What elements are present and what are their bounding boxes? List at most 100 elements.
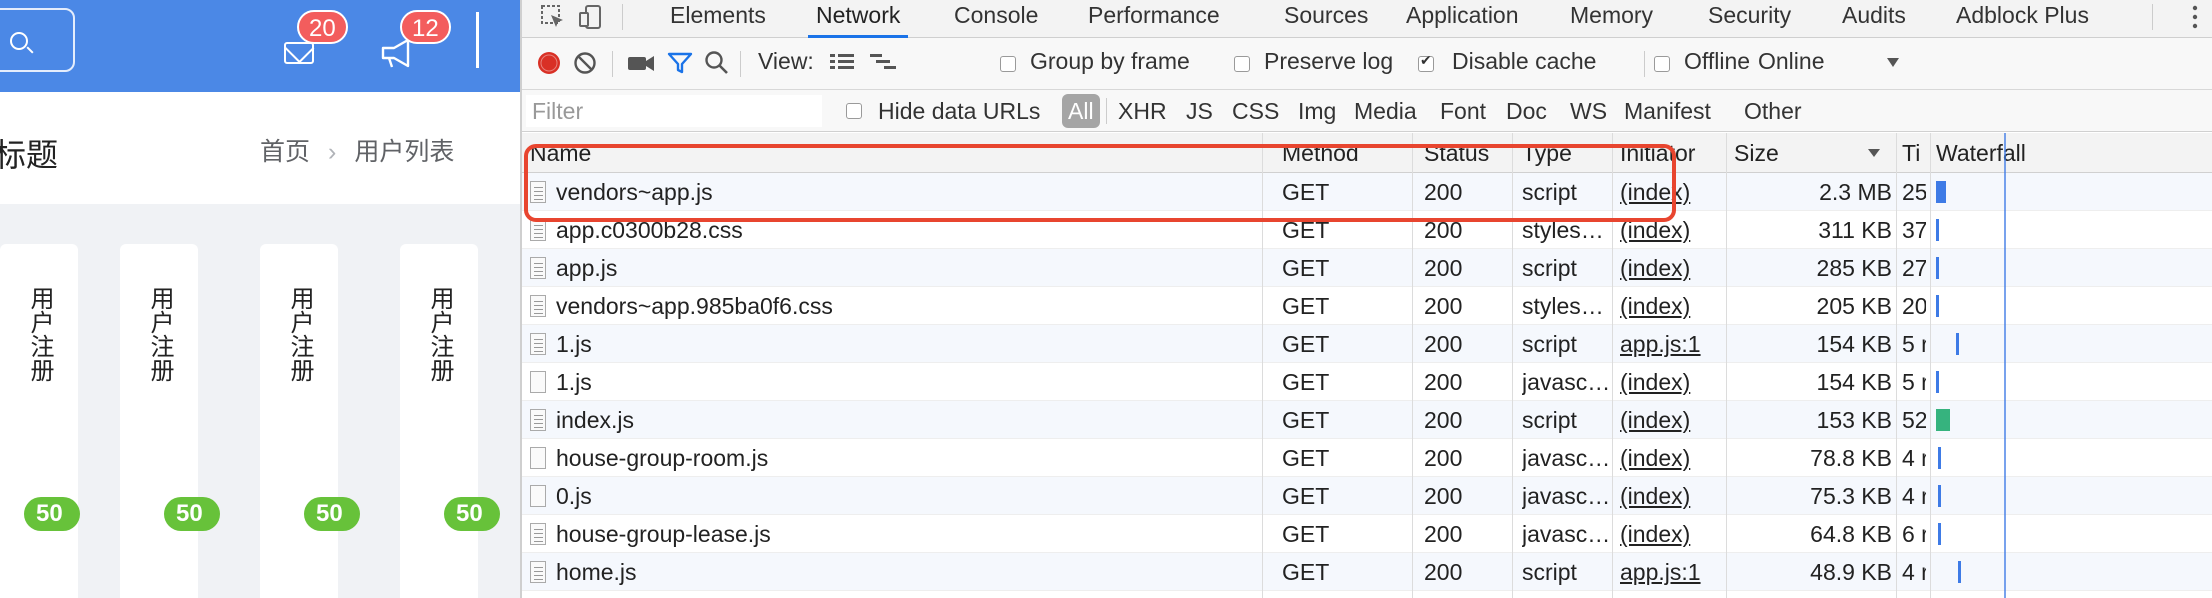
tab-elements[interactable]: Elements [670,0,766,38]
request-row[interactable]: home.js GET 200 script app.js:1 48.9 KB 4 r [522,553,2212,591]
request-initiator[interactable]: (index) [1620,363,1730,401]
filter-type-xhr[interactable]: XHR [1118,94,1167,128]
request-row[interactable]: index.js GET 200 script (index) 153 KB 52 [522,401,2212,439]
request-initiator[interactable]: (index) [1620,211,1730,249]
request-initiator[interactable]: (index) [1620,477,1730,515]
request-row[interactable]: vendors~app.js GET 200 script (index) 2.3 MB 2… [522,173,2212,211]
search-input[interactable] [0,8,75,72]
group-by-frame-checkbox[interactable] [1000,56,1016,72]
filter-icon[interactable] [666,50,694,76]
request-initiator[interactable]: (index) [1620,439,1730,477]
waterfall-bar [1938,523,1941,545]
filter-type-js[interactable]: JS [1186,94,1213,128]
tab-performance[interactable]: Performance [1088,0,1220,38]
offline-label: Offline [1684,48,1751,74]
large-rows-icon[interactable] [828,50,856,74]
tab-console[interactable]: Console [954,0,1038,38]
filter-type-ws[interactable]: WS [1570,94,1607,128]
screenshot-camera-icon[interactable] [626,50,656,76]
preserve-log-checkbox[interactable] [1234,56,1250,72]
request-row[interactable]: 1.js GET 200 javasc… (index) 154 KB 5 r [522,363,2212,401]
column-initiator[interactable]: Initiator [1620,133,1730,173]
column-type[interactable]: Type [1522,133,1620,173]
column-waterfall[interactable]: Waterfall [1936,133,2056,173]
more-options-icon[interactable] [2192,4,2198,30]
stat-card[interactable]: 用户注册 50 [400,244,500,598]
filter-type-css[interactable]: CSS [1232,94,1279,128]
request-size: 311 KB [1818,217,1892,243]
request-initiator[interactable]: app.js:1 [1620,553,1730,591]
request-row[interactable]: 1.js GET 200 script app.js:1 154 KB 5 r [522,325,2212,363]
stat-card[interactable]: 用户注册 50 [0,244,80,598]
column-method[interactable]: Method [1282,133,1422,173]
offline-checkbox[interactable] [1654,56,1670,72]
request-name: vendors~app.js [530,173,1110,211]
request-row[interactable]: app.js GET 200 script (index) 285 KB 27 [522,249,2212,287]
tab-audits[interactable]: Audits [1842,0,1906,38]
request-name: house-group-lease.js [530,515,1110,553]
request-time: 20 [1902,293,1926,319]
request-initiator[interactable]: (index) [1620,287,1730,325]
chevron-down-icon[interactable] [1886,56,1900,68]
request-row[interactable]: 0.js GET 200 javasc… (index) 75.3 KB 4 r [522,477,2212,515]
header-divider [476,12,479,68]
hide-data-urls-label: Hide data URLs [878,98,1041,124]
tab-adblock-plus[interactable]: Adblock Plus [1956,0,2089,38]
breadcrumb-home[interactable]: 首页 [260,138,310,166]
request-name: home.js [530,553,1110,591]
filter-input[interactable] [526,95,822,127]
request-row[interactable]: vendors~app.985ba0f6.css GET 200 styles… (in… [522,287,2212,325]
clear-icon[interactable] [572,50,598,76]
toolbar-separator [740,51,741,77]
filter-type-manifest[interactable]: Manifest [1624,94,1711,128]
request-initiator[interactable]: app.js:1 [1620,325,1730,363]
filter-type-img[interactable]: Img [1298,94,1336,128]
waterfall-bar [1936,181,1946,203]
request-initiator[interactable]: (index) [1620,173,1730,211]
hide-data-urls-checkbox[interactable] [846,103,862,119]
search-icon[interactable] [704,50,730,76]
tab-sources[interactable]: Sources [1284,0,1368,38]
breadcrumb-separator: › [328,138,337,166]
request-status: 200 [1424,407,1463,433]
column-name[interactable]: Name [530,133,1110,173]
tab-application[interactable]: Application [1406,0,1519,38]
request-status: 200 [1424,331,1463,357]
filter-type-font[interactable]: Font [1440,94,1486,128]
request-size: 2.3 MB [1819,179,1892,205]
column-status[interactable]: Status [1424,133,1514,173]
disable-cache-checkbox[interactable] [1418,52,1434,72]
record-icon[interactable] [536,50,562,76]
request-row[interactable]: house-group-lease.js GET 200 javasc… (index)… [522,515,2212,553]
request-status: 200 [1424,293,1463,319]
request-initiator[interactable]: (index) [1620,249,1730,287]
overview-waterfall-icon[interactable] [868,50,898,74]
inspect-element-icon[interactable] [540,4,566,30]
request-initiator[interactable]: (index) [1620,401,1730,439]
request-initiator[interactable]: (index) [1620,515,1730,553]
request-row[interactable]: house-group-room.js GET 200 javasc… (index) 7… [522,439,2212,477]
filter-type-doc[interactable]: Doc [1506,94,1547,128]
request-size: 78.8 KB [1810,445,1892,471]
toolbar-separator [1644,51,1645,77]
filter-type-media[interactable]: Media [1354,94,1417,128]
throttling-select[interactable]: Online [1758,48,1824,75]
filter-type-other[interactable]: Other [1744,94,1802,128]
filter-type-all[interactable]: All [1062,94,1100,128]
waterfall-bar [1958,561,1961,583]
request-time: 6 r [1902,521,1926,547]
request-type: script [1522,255,1577,281]
tab-security[interactable]: Security [1708,0,1791,38]
request-row[interactable]: app.c0300b28.css GET 200 styles… (index) 311 … [522,211,2212,249]
device-toolbar-icon[interactable] [578,4,604,30]
stat-card[interactable]: 用户注册 50 [260,244,360,598]
request-name: index.js [530,401,1110,439]
tab-memory[interactable]: Memory [1570,0,1653,38]
request-size: 153 KB [1816,407,1892,433]
column-time[interactable]: Ti [1902,133,1926,173]
stat-card[interactable]: 用户注册 50 [120,244,220,598]
tab-network[interactable]: Network [808,0,909,38]
request-size: 75.3 KB [1810,483,1892,509]
request-method: GET [1282,445,1330,471]
card-label: 用户注册 [26,286,53,382]
